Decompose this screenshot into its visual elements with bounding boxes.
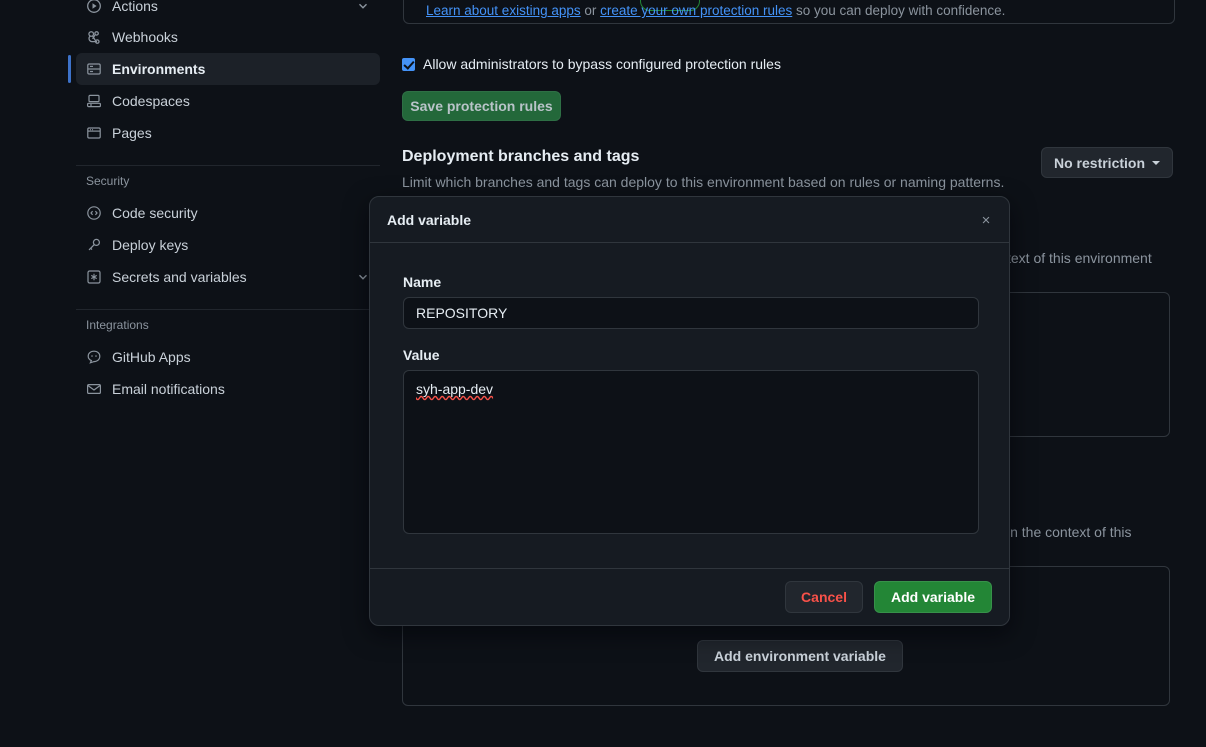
sidebar-item-label: Actions: [112, 0, 158, 14]
sidebar-item-code-security[interactable]: Code security: [76, 197, 380, 229]
browser-icon: [86, 125, 102, 141]
sidebar-item-label: Code security: [112, 205, 198, 221]
sidebar-item-label: Deploy keys: [112, 237, 189, 253]
sidebar-item-pages[interactable]: Pages: [76, 117, 380, 149]
variable-value-textarea[interactable]: syh-app-dev: [403, 370, 979, 534]
sidebar-item-secrets-and-variables[interactable]: Secrets and variables: [76, 261, 380, 293]
add-variable-button[interactable]: Add variable: [873, 581, 992, 613]
sidebar-item-environments[interactable]: Environments: [68, 53, 380, 85]
deployment-branches-title: Deployment branches and tags: [402, 148, 640, 165]
chevron-down-icon: [1152, 160, 1161, 165]
sidebar-item-deploy-keys[interactable]: Deploy keys: [76, 229, 380, 261]
add-variable-dialog: Add variable × Name Value syh-app-dev Ca…: [369, 196, 1010, 626]
sidebar-item-label: Email notifications: [112, 381, 225, 397]
deployment-restriction-dropdown[interactable]: No restriction: [1041, 147, 1174, 178]
webhook-icon: [86, 29, 102, 45]
add-environment-variable-button[interactable]: Add environment variable: [697, 640, 903, 672]
protection-rules-note-card: Learn about existing apps or create your…: [403, 0, 1175, 24]
sidebar-item-webhooks[interactable]: Webhooks: [76, 21, 380, 53]
play-circle-icon: [86, 0, 102, 14]
sidebar-divider: [76, 309, 380, 310]
environment-variables-description-fragment: in the context of this: [1007, 524, 1132, 540]
save-protection-rules-button[interactable]: Save protection rules: [402, 91, 561, 121]
sidebar-group-integrations: Integrations: [86, 318, 149, 332]
sidebar-item-label: Environments: [112, 61, 206, 77]
code-shield-icon: [86, 205, 102, 221]
page-root: Actions Webhooks Environments Codespaces…: [0, 0, 1206, 747]
dialog-title: Add variable: [387, 211, 472, 228]
variable-name-input[interactable]: [403, 297, 979, 329]
sidebar-item-label: Webhooks: [112, 29, 178, 45]
sidebar-item-github-apps[interactable]: GitHub Apps: [76, 341, 380, 373]
chevron-down-icon: [356, 0, 370, 13]
admin-bypass-row[interactable]: Allow administrators to bypass configure…: [402, 56, 781, 72]
note-conjunction: or: [580, 3, 601, 18]
dialog-body: Name Value syh-app-dev: [370, 243, 1009, 568]
key-icon: [86, 237, 102, 253]
deployment-restriction-value: No restriction: [1054, 154, 1146, 171]
sidebar-divider: [76, 165, 380, 166]
admin-bypass-checkbox[interactable]: [402, 57, 415, 71]
sidebar-group-security: Security: [86, 174, 130, 188]
github-apps-icon: [86, 349, 102, 365]
environment-secrets-description-fragment: text of this environment: [1007, 250, 1152, 266]
learn-about-existing-apps-link[interactable]: Learn about existing apps: [426, 3, 581, 18]
sidebar-item-label: Codespaces: [112, 93, 190, 109]
protection-rules-note-text: Learn about existing apps or create your…: [426, 3, 1005, 18]
variable-value-text: syh-app-dev: [416, 381, 494, 397]
variable-name-label: Name: [403, 274, 442, 290]
chevron-down-icon: [356, 270, 370, 284]
mail-icon: [86, 381, 102, 397]
sidebar-item-label: Secrets and variables: [112, 269, 247, 285]
sidebar-item-label: GitHub Apps: [112, 349, 191, 365]
cancel-button[interactable]: Cancel: [785, 581, 863, 613]
note-tail: so you can deploy with confidence.: [792, 3, 1006, 18]
create-protection-rules-link[interactable]: create your own protection rules: [600, 3, 792, 18]
sidebar-item-email-notifications[interactable]: Email notifications: [76, 373, 380, 405]
server-icon: [86, 61, 102, 77]
variable-value-label: Value: [403, 347, 440, 363]
sidebar-item-label: Pages: [112, 125, 152, 141]
sidebar-item-actions[interactable]: Actions: [76, 0, 380, 22]
settings-sidebar: Actions Webhooks Environments Codespaces…: [0, 0, 398, 747]
codespaces-icon: [86, 93, 102, 109]
asterisk-box-icon: [86, 269, 102, 285]
admin-bypass-label: Allow administrators to bypass configure…: [423, 56, 781, 72]
deployment-branches-subtitle: Limit which branches and tags can deploy…: [402, 174, 1005, 190]
sidebar-item-codespaces[interactable]: Codespaces: [76, 85, 380, 117]
dialog-header: Add variable ×: [370, 197, 1009, 243]
close-icon[interactable]: ×: [975, 209, 997, 231]
dialog-footer: Cancel Add variable: [370, 568, 1009, 625]
